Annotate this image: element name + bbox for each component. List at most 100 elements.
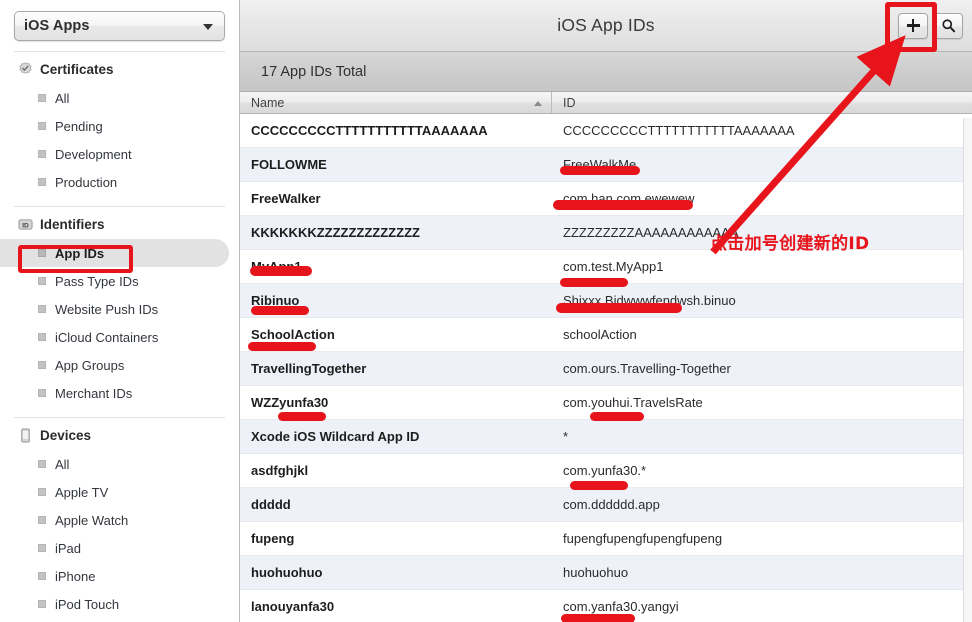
sidebar-item-app-ids[interactable]: App IDs	[0, 239, 229, 267]
sidebar-item-iphone[interactable]: iPhone	[0, 562, 239, 590]
main-panel: iOS App IDs 17 App IDs Total Name ID CCC…	[240, 0, 972, 622]
column-header-name[interactable]: Name	[240, 92, 552, 113]
sidebar-item-all-certificates[interactable]: All	[0, 84, 239, 112]
cell-id: ZZZZZZZZZAAAAAAAAAAAA	[563, 225, 739, 240]
table-row[interactable]: FreeWalker com.han.com.ewewew	[240, 182, 972, 216]
cell-name: ddddd	[251, 497, 291, 512]
sidebar-item-development[interactable]: Development	[0, 140, 239, 168]
cell-id: com.test.MyApp1	[563, 259, 664, 274]
search-icon	[941, 19, 955, 33]
cell-name: Xcode iOS Wildcard App ID	[251, 429, 420, 444]
cell-name: KKKKKKKZZZZZZZZZZZZZ	[251, 225, 420, 240]
cell-name: SchoolAction	[251, 327, 335, 342]
add-button[interactable]	[898, 12, 928, 39]
cell-id: Shixxx.Bidwwwfendwsh.binuo	[563, 293, 736, 308]
team-selector[interactable]: iOS Apps	[14, 11, 225, 41]
column-header-id[interactable]: ID	[552, 92, 972, 113]
sidebar-item-label: Production	[55, 174, 118, 190]
table-row[interactable]: Ribinuo Shixxx.Bidwwwfendwsh.binuo	[240, 284, 972, 318]
cell-name: FreeWalker	[251, 191, 321, 206]
sidebar-item-ipod-touch[interactable]: iPod Touch	[0, 590, 239, 618]
sidebar: iOS Apps Certificates All Pending Develo…	[0, 0, 240, 622]
cell-id: com.yanfa30.yangyi	[563, 599, 679, 614]
sidebar-item-label: Pending	[55, 118, 103, 134]
sidebar-item-website-push-ids[interactable]: Website Push IDs	[0, 295, 239, 323]
sidebar-item-label: iCloud Containers	[55, 329, 159, 345]
count-bar: 17 App IDs Total	[240, 52, 972, 92]
sidebar-item-pending[interactable]: Pending	[0, 112, 239, 140]
sidebar-item-pass-type-ids[interactable]: Pass Type IDs	[0, 267, 239, 295]
bullet-icon	[38, 600, 46, 608]
bullet-icon	[38, 488, 46, 496]
toolbar-actions	[898, 12, 963, 39]
bullet-icon	[38, 572, 46, 580]
sidebar-item-label: Pass Type IDs	[55, 273, 139, 289]
sidebar-group-title: Devices	[40, 428, 92, 443]
table-row[interactable]: WZZyunfa30 com.youhui.TravelsRate	[240, 386, 972, 420]
sidebar-item-apple-tv[interactable]: Apple TV	[0, 478, 239, 506]
cell-name: WZZyunfa30	[251, 395, 329, 410]
cell-id: com.ours.Travelling-Together	[563, 361, 731, 376]
cell-name: huohuohuo	[251, 565, 323, 580]
bullet-icon	[38, 277, 46, 285]
sidebar-item-label: Development	[55, 146, 132, 162]
cell-name: MyApp1	[251, 259, 302, 274]
cell-name: asdfghjkl	[251, 463, 309, 478]
sidebar-group-identifiers: ID Identifiers	[0, 207, 239, 239]
bullet-icon	[38, 516, 46, 524]
table-body: CCCCCCCCCTTTTTTTTTTTAAAAAAA CCCCCCCCCTTTT…	[240, 114, 972, 622]
cell-id: com.youhui.TravelsRate	[563, 395, 703, 410]
table-row[interactable]: KKKKKKKZZZZZZZZZZZZZ ZZZZZZZZZAAAAAAAAAAA…	[240, 216, 972, 250]
cell-id: huohuohuo	[563, 565, 629, 580]
table-row[interactable]: TravellingTogether com.ours.Travelling-To…	[240, 352, 972, 386]
table-row[interactable]: FOLLOWME FreeWalkMe	[240, 148, 972, 182]
app-window: iOS Apps Certificates All Pending Develo…	[0, 0, 972, 622]
table-row[interactable]: MyApp1 com.test.MyApp1	[240, 250, 972, 284]
table-row[interactable]: lanouyanfa30 com.yanfa30.yangyi	[240, 590, 972, 622]
table-row[interactable]: asdfghjkl com.yunfa30.*	[240, 454, 972, 488]
sidebar-group-devices: Devices	[0, 418, 239, 450]
sidebar-item-merchant-ids[interactable]: Merchant IDs	[0, 379, 239, 407]
bullet-icon	[38, 333, 46, 341]
sidebar-item-app-groups[interactable]: App Groups	[0, 351, 239, 379]
triangle-up-icon	[534, 100, 542, 106]
sidebar-item-label: iPhone	[55, 568, 96, 584]
cell-name: FOLLOWME	[251, 157, 327, 172]
search-button[interactable]	[933, 12, 963, 39]
sidebar-group-title: Identifiers	[40, 217, 105, 232]
cell-id: fupengfupengfupengfupeng	[563, 531, 723, 546]
svg-text:ID: ID	[22, 222, 29, 229]
sidebar-item-icloud-containers[interactable]: iCloud Containers	[0, 323, 239, 351]
sidebar-item-all-devices[interactable]: All	[0, 450, 239, 478]
bullet-icon	[38, 150, 46, 158]
count-label: 17 App IDs Total	[261, 63, 367, 80]
bullet-icon	[38, 94, 46, 102]
vertical-scrollbar[interactable]	[963, 118, 972, 622]
table-row[interactable]: SchoolAction schoolAction	[240, 318, 972, 352]
sidebar-item-label: iPad	[55, 540, 82, 556]
bullet-icon	[38, 389, 46, 397]
cell-id: com.yunfa30.*	[563, 463, 647, 478]
chevron-down-icon	[203, 24, 213, 30]
table-row[interactable]: Xcode iOS Wildcard App ID *	[240, 420, 972, 454]
table-row[interactable]: huohuohuo huohuohuo	[240, 556, 972, 590]
sidebar-item-production[interactable]: Production	[0, 168, 239, 196]
bullet-icon	[38, 361, 46, 369]
sidebar-item-apple-watch[interactable]: Apple Watch	[0, 506, 239, 534]
sidebar-item-label: Apple Watch	[55, 512, 129, 528]
table-row[interactable]: ddddd com.dddddd.app	[240, 488, 972, 522]
cell-id: FreeWalkMe	[563, 157, 637, 172]
bullet-icon	[38, 178, 46, 186]
column-header-label: ID	[563, 95, 576, 110]
table-row[interactable]: CCCCCCCCCTTTTTTTTTTTAAAAAAA CCCCCCCCCTTTT…	[240, 114, 972, 148]
cell-id: com.dddddd.app	[563, 497, 660, 512]
cell-name: CCCCCCCCCTTTTTTTTTTTAAAAAAA	[251, 123, 488, 138]
sidebar-item-label: Website Push IDs	[55, 301, 159, 317]
sidebar-item-label: iPod Touch	[55, 596, 120, 612]
sidebar-item-ipad[interactable]: iPad	[0, 534, 239, 562]
table-row[interactable]: fupeng fupengfupengfupengfupeng	[240, 522, 972, 556]
team-selector-label: iOS Apps	[24, 18, 90, 34]
column-header-label: Name	[251, 95, 285, 110]
sidebar-item-label: All	[55, 456, 70, 472]
cell-id: CCCCCCCCCTTTTTTTTTTTAAAAAAA	[563, 123, 795, 138]
